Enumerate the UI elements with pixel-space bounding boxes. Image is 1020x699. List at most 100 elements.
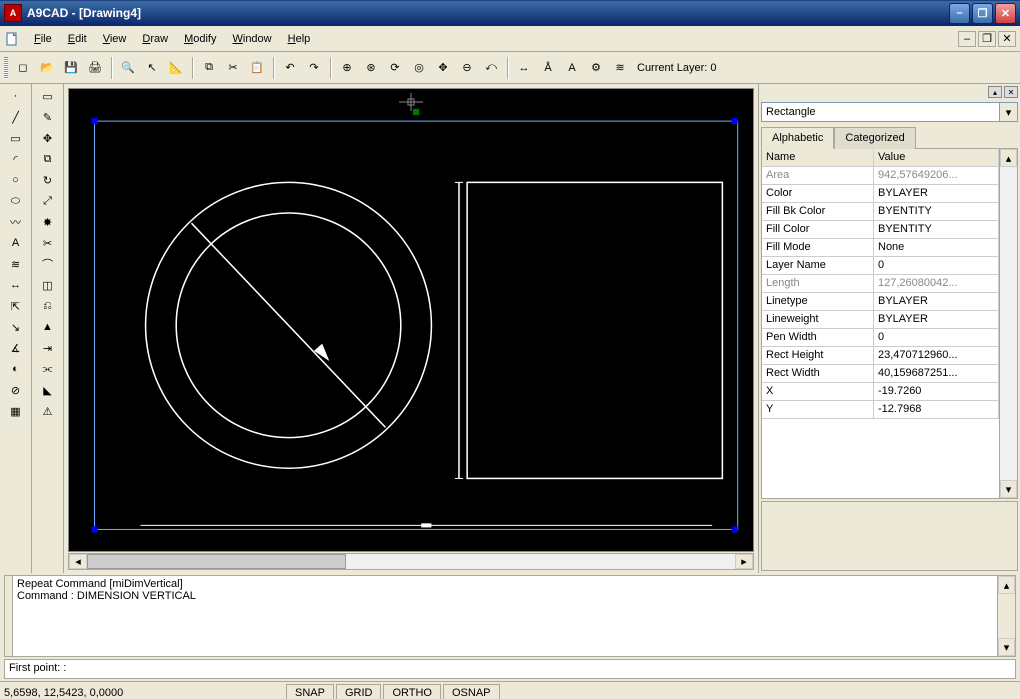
explode-icon[interactable]: ✸ <box>37 212 59 232</box>
extend-icon[interactable]: ⇥ <box>37 338 59 358</box>
mdi-close-button[interactable]: ✕ <box>998 31 1016 47</box>
status-grid-toggle[interactable]: GRID <box>336 684 382 699</box>
dist-icon[interactable]: ↔ <box>513 57 535 79</box>
property-value[interactable]: 127,26080042... <box>874 275 999 292</box>
grid-v-scrollbar[interactable]: ▴ ▾ <box>999 149 1017 498</box>
offset-icon[interactable]: ◫ <box>37 275 59 295</box>
property-value[interactable]: 40,159687251... <box>874 365 999 382</box>
zoom-out-icon[interactable]: ⊖ <box>456 57 478 79</box>
property-row[interactable]: Fill Bk ColorBYENTITY <box>762 203 999 221</box>
property-value[interactable]: 942,57649206... <box>874 167 999 184</box>
print-icon[interactable]: 🖨 <box>84 57 106 79</box>
tab-categorized[interactable]: Categorized <box>834 127 915 149</box>
scroll-up-button[interactable]: ▴ <box>1000 149 1017 167</box>
object-type-select[interactable] <box>761 102 1000 122</box>
property-row[interactable]: Pen Width0 <box>762 329 999 347</box>
property-value[interactable]: 23,470712960... <box>874 347 999 364</box>
command-input[interactable]: First point: : <box>4 659 1016 679</box>
property-row[interactable]: LinetypeBYLAYER <box>762 293 999 311</box>
property-row[interactable]: LineweightBYLAYER <box>762 311 999 329</box>
property-row[interactable]: Length127,26080042... <box>762 275 999 293</box>
dim-radius-icon[interactable]: ◐ <box>5 359 27 379</box>
layers-icon[interactable]: ≋ <box>609 57 631 79</box>
dropdown-icon[interactable]: ▾ <box>1000 102 1018 122</box>
scroll-right-button[interactable]: ▸ <box>735 554 753 569</box>
maximize-button[interactable]: ❐ <box>972 3 993 24</box>
zoom-realtime-icon[interactable]: ⟳ <box>384 57 406 79</box>
property-row[interactable]: Area942,57649206... <box>762 167 999 185</box>
leader-icon[interactable]: ↘ <box>5 317 27 337</box>
ellipse-icon[interactable]: ⬭ <box>5 191 27 211</box>
select-icon[interactable]: ▭ <box>37 86 59 106</box>
drawing-canvas[interactable] <box>68 88 754 552</box>
property-value[interactable]: BYLAYER <box>874 185 999 202</box>
property-row[interactable]: Fill ColorBYENTITY <box>762 221 999 239</box>
panel-pin-icon[interactable]: ▴ <box>988 86 1002 98</box>
property-row[interactable]: ColorBYLAYER <box>762 185 999 203</box>
image-icon[interactable]: ▦ <box>5 401 27 421</box>
chamfer-icon[interactable]: ◣ <box>37 380 59 400</box>
scale-icon[interactable]: ⤢ <box>37 191 59 211</box>
menu-help[interactable]: Help <box>280 29 319 49</box>
property-row[interactable]: Fill ModeNone <box>762 239 999 257</box>
paste-icon[interactable]: 📋 <box>246 57 268 79</box>
mdi-restore-button[interactable]: ❐ <box>978 31 996 47</box>
settings-icon[interactable]: ⚙ <box>585 57 607 79</box>
scroll-down-button[interactable]: ▾ <box>1000 480 1017 498</box>
tab-alphabetic[interactable]: Alphabetic <box>761 127 834 149</box>
property-value[interactable]: -12.7968 <box>874 401 999 418</box>
undo-icon[interactable]: ↶ <box>279 57 301 79</box>
property-value[interactable]: 0 <box>874 257 999 274</box>
property-value[interactable]: 0 <box>874 329 999 346</box>
menu-edit[interactable]: Edit <box>60 29 95 49</box>
rect-icon[interactable]: ▭ <box>5 128 27 148</box>
font-icon[interactable]: A <box>561 57 583 79</box>
pick-icon[interactable]: ↖ <box>141 57 163 79</box>
join-icon[interactable]: ⫘ <box>37 359 59 379</box>
open-icon[interactable]: 📂 <box>36 57 58 79</box>
hatch-icon[interactable]: ≋ <box>5 254 27 274</box>
dim-linear-icon[interactable]: ↔ <box>5 275 27 295</box>
close-button[interactable]: ✕ <box>995 3 1016 24</box>
cut-icon[interactable]: ✂ <box>222 57 244 79</box>
mdi-minimize-button[interactable]: – <box>958 31 976 47</box>
zoom-extents-icon[interactable]: ⊛ <box>360 57 382 79</box>
grid-header-name[interactable]: Name <box>762 149 874 166</box>
property-value[interactable]: BYLAYER <box>874 311 999 328</box>
zoom-window-icon[interactable]: 🔍 <box>117 57 139 79</box>
property-value[interactable]: BYLAYER <box>874 293 999 310</box>
save-icon[interactable]: 💾 <box>60 57 82 79</box>
property-row[interactable]: Rect Height23,470712960... <box>762 347 999 365</box>
point-icon[interactable]: · <box>5 86 27 106</box>
scroll-left-button[interactable]: ◂ <box>69 554 87 569</box>
mirror-icon[interactable]: ▲ <box>37 317 59 337</box>
command-grip[interactable] <box>5 576 13 656</box>
new-icon[interactable]: ◻ <box>12 57 34 79</box>
minimize-button[interactable]: – <box>949 3 970 24</box>
property-row[interactable]: Layer Name0 <box>762 257 999 275</box>
arc-icon[interactable]: ◜ <box>5 149 27 169</box>
properties-grid[interactable]: Name Value Area942,57649206...ColorBYLAY… <box>762 149 999 498</box>
property-value[interactable]: BYENTITY <box>874 221 999 238</box>
copy2-icon[interactable]: ⧉ <box>37 149 59 169</box>
break-icon[interactable]: ⎌ <box>37 296 59 316</box>
property-row[interactable]: Rect Width40,159687251... <box>762 365 999 383</box>
property-row[interactable]: Y-12.7968 <box>762 401 999 419</box>
copy-icon[interactable]: ⧉ <box>198 57 220 79</box>
status-snap-toggle[interactable]: SNAP <box>286 684 334 699</box>
dim-dia-icon[interactable]: ⊘ <box>5 380 27 400</box>
zoom-all-icon[interactable]: ◎ <box>408 57 430 79</box>
toolbar-grip[interactable] <box>4 57 8 79</box>
status-osnap-toggle[interactable]: OSNAP <box>443 684 500 699</box>
fillet-icon[interactable]: ⌒ <box>37 254 59 274</box>
measure-icon[interactable]: 📐 <box>165 57 187 79</box>
menu-view[interactable]: View <box>95 29 135 49</box>
zoom-in-icon[interactable]: ⊕ <box>336 57 358 79</box>
dim-angle-icon[interactable]: ∡ <box>5 338 27 358</box>
panel-close-icon[interactable]: ✕ <box>1004 86 1018 98</box>
trim-icon[interactable]: ✂ <box>37 233 59 253</box>
property-row[interactable]: X-19.7260 <box>762 383 999 401</box>
menu-modify[interactable]: Modify <box>176 29 224 49</box>
property-value[interactable]: None <box>874 239 999 256</box>
menu-window[interactable]: Window <box>224 29 279 49</box>
